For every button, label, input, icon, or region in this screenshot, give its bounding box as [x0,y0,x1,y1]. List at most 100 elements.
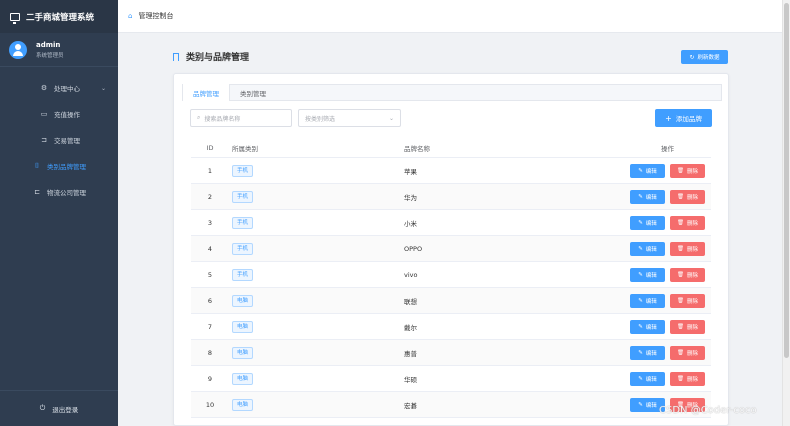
sidebar-item-logistics[interactable]: ⊏ 物流公司管理 [0,179,118,205]
cell-id: 9 [207,374,213,383]
tab-brand-management[interactable]: 品牌管理 [183,84,230,101]
add-brand-button[interactable]: + 添加品牌 [655,109,712,127]
refresh-button[interactable]: ↻ 刷新数据 [681,50,728,64]
vertical-scrollbar[interactable] [782,0,790,426]
pencil-icon: ✎ [638,245,643,252]
page-title-text: 类别与品牌管理 [186,53,250,63]
cell-category: 电脑 [229,398,404,411]
cell-category: 手机 [229,216,404,229]
user-panel: admin 系统管理员 [0,33,118,67]
category-tag: 电脑 [232,320,254,333]
refresh-label: 刷新数据 [697,55,720,61]
sidebar-item-recharge[interactable]: ▭ 充值操作 [0,101,118,127]
cell-id: 2 [207,192,213,201]
pencil-icon: ✎ [638,297,643,304]
header-id: ID [206,143,214,152]
cell-name: 华为 [404,193,417,202]
delete-button[interactable]: 🗑 删除 [670,215,705,230]
edit-label: 编辑 [645,402,657,409]
cell-id: 8 [207,348,213,357]
sidebar-item-processing-center[interactable]: ⚙ 处理中心 ⌄ [0,75,118,101]
edit-button[interactable]: ✎ 编辑 [630,267,665,282]
cart-icon: ⊐ [41,136,47,144]
edit-button[interactable]: ✎ 编辑 [630,319,665,334]
cell-ops: ✎ 编辑 🗑 删除 [624,293,711,308]
cell-category: 电脑 [229,320,404,333]
sidebar-item-category-brand[interactable]: ⌷ 类别品牌管理 [0,153,118,179]
edit-label: 编辑 [645,246,657,253]
delete-label: 删除 [686,376,698,383]
cell-ops: ✎ 编辑 🗑 删除 [624,371,711,386]
delete-button[interactable]: 🗑 删除 [670,241,705,256]
edit-label: 编辑 [645,350,657,357]
category-filter-select[interactable]: 按类别筛选 ⌄ [298,109,401,127]
edit-button[interactable]: ✎ 编辑 [630,215,665,230]
cell-name: 华硕 [404,375,417,384]
power-icon: ⏻ [39,404,46,412]
edit-label: 编辑 [645,376,657,383]
cell-ops: ✎ 编辑 🗑 删除 [624,241,711,256]
delete-button[interactable]: 🗑 删除 [670,345,705,360]
edit-button[interactable]: ✎ 编辑 [630,371,665,386]
cell-name: 联想 [404,297,417,306]
user-name: admin [36,40,61,49]
table-row: 2 手机 华为 ✎ 编辑 🗑 删除 [191,184,711,210]
cell-ops: ✎ 编辑 🗑 删除 [624,189,711,204]
trash-icon: 🗑 [677,349,684,356]
edit-button[interactable]: ✎ 编辑 [630,345,665,360]
edit-button[interactable]: ✎ 编辑 [630,293,665,308]
cell-ops: ✎ 编辑 🗑 删除 [624,163,711,178]
trash-icon: 🗑 [677,245,684,252]
cell-category: 手机 [229,164,404,177]
pencil-icon: ✎ [638,167,643,174]
plus-icon: + [665,113,672,123]
cell-ops: ✎ 编辑 🗑 删除 [624,319,711,334]
home-icon[interactable]: ⌂ [128,12,132,20]
category-tag: 手机 [232,164,254,177]
edit-label: 编辑 [645,220,657,227]
delete-button[interactable]: 🗑 删除 [670,371,705,386]
edit-button[interactable]: ✎ 编辑 [630,189,665,204]
delete-button[interactable]: 🗑 删除 [670,189,705,204]
table-row: 6 电脑 联想 ✎ 编辑 🗑 删除 [191,288,711,314]
cell-ops: ✎ 编辑 🗑 删除 [624,215,711,230]
recharge-icon: ▭ [40,110,48,118]
content-card: 品牌管理 类别管理 ⌕ 搜索品牌名称 按类别筛选 ⌄ + 添加品牌 ID 所属类… [173,73,729,426]
cell-name: 戴尔 [404,323,417,332]
app-root: 二手商城管理系统 admin 系统管理员 ⚙ 处理中心 ⌄ ▭ 充值操作 ⊐ 交… [0,0,790,426]
breadcrumb: 管理控制台 [138,12,174,20]
category-tag: 电脑 [232,346,254,359]
tab-category-management[interactable]: 类别管理 [230,85,276,101]
gear-icon: ⚙ [40,84,48,92]
delete-button[interactable]: 🗑 删除 [670,293,705,308]
trash-icon: 🗑 [677,297,684,304]
pencil-icon: ✎ [638,193,643,200]
category-tag: 手机 [232,190,254,203]
edit-label: 编辑 [645,272,657,279]
cell-ops: ✎ 编辑 🗑 删除 [624,267,711,282]
delete-button[interactable]: 🗑 删除 [670,319,705,334]
sidebar-item-transactions[interactable]: ⊐ 交易管理 [0,127,118,153]
delete-label: 删除 [686,272,698,279]
search-icon: ⌕ [197,114,201,121]
trash-icon: 🗑 [677,323,684,330]
brand-table: ID 所属类别 品牌名称 操作 1 手机 苹果 ✎ 编辑 🗑 删除 2 手机 华为 ✎ 编辑 🗑 删除 3 手… [191,138,711,418]
cell-ops: ✎ 编辑 🗑 删除 [624,345,711,360]
delete-button[interactable]: 🗑 删除 [670,267,705,282]
sidebar-item-label: 处理中心 [54,85,80,93]
sidebar-menu: ⚙ 处理中心 ⌄ ▭ 充值操作 ⊐ 交易管理 ⌷ 类别品牌管理 ⊏ 物流公司管理 [0,67,118,205]
bookmark-icon [173,52,179,61]
pencil-icon: ✎ [638,219,643,226]
cell-id: 10 [205,400,215,409]
logout-button[interactable]: ⏻ 退出登录 [0,390,118,426]
delete-button[interactable]: 🗑 删除 [670,163,705,178]
header-category: 所属类别 [232,144,258,153]
edit-label: 编辑 [645,298,657,305]
cell-id: 3 [207,218,213,227]
table-body: 1 手机 苹果 ✎ 编辑 🗑 删除 2 手机 华为 ✎ 编辑 🗑 删除 3 手机 小米 ✎ 编辑 🗑 删除 4 手机 OPPO… [191,158,711,418]
search-input[interactable]: ⌕ 搜索品牌名称 [190,109,292,127]
scrollbar-thumb[interactable] [784,3,789,358]
edit-button[interactable]: ✎ 编辑 [630,241,665,256]
edit-button[interactable]: ✎ 编辑 [630,163,665,178]
category-tag: 手机 [232,242,254,255]
